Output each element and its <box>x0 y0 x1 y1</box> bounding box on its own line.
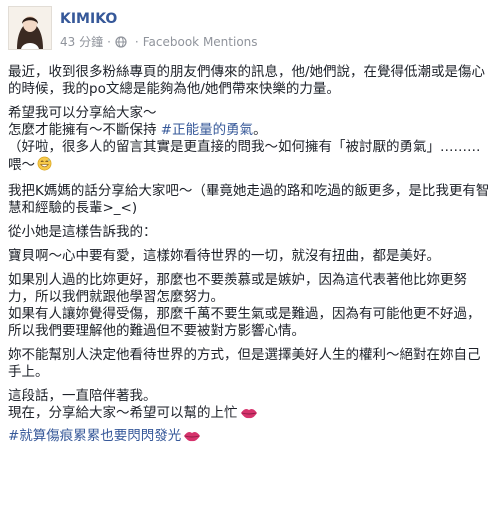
globe-icon <box>115 35 127 48</box>
meta-separator: · <box>107 34 111 49</box>
post-paragraph: 寶貝啊～心中要有愛，這樣妳看待世界的一切，就沒有扭曲，都是美好。 <box>8 248 440 264</box>
post-timestamp[interactable]: 43 分鐘 <box>60 33 103 50</box>
paragraph-text: （好啦，很多人的留言其實是更直接的問我～如何擁有「被討厭的勇氣」………喂～ <box>8 139 481 173</box>
post-paragraph: 現在，分享給大家～希望可以幫的上忙 <box>8 405 492 424</box>
post-paragraph: 怎麼才能擁有～不斷保持 #正能量的勇氣。 <box>8 122 492 139</box>
post-paragraph: 如果別人過的比妳更好，那麼也不要羨慕或是嫉妒，因為這代表著他比妳更努力，所以我們… <box>8 272 467 305</box>
post-paragraph: 如果有人讓妳覺得受傷，那麼千萬不要生氣或是難過，因為有可能他更不好過，所以我們要… <box>8 306 481 339</box>
post-paragraph: 最近，收到很多粉絲專頁的朋友們傳來的訊息，他/她們說，在覺得低潮或是傷心的時候，… <box>8 64 486 97</box>
paragraph-tail: 。 <box>253 122 267 138</box>
avatar-portrait-icon <box>9 7 51 49</box>
post-paragraph: 我把K媽媽的話分享給大家吧～（畢竟她走過的路和吃過的飯更多，是比我更有智慧和經驗… <box>8 183 490 216</box>
post-paragraph: 從小她是這樣告訴我的： <box>8 224 157 240</box>
grin-sweat-emoji <box>37 156 52 176</box>
author-avatar[interactable] <box>8 6 52 50</box>
post-paragraph: #就算傷痕累累也要閃閃發光 <box>8 428 492 447</box>
post-paragraph: 妳不能幫別人決定他看待世界的方式，但是選擇美好人生的權利～絕對在妳自己手上。 <box>8 347 481 380</box>
facebook-post: KIMIKO 43 分鐘 · · Facebook Mentions 最近，收到… <box>0 0 496 506</box>
post-paragraph: 希望我可以分享給大家～ <box>8 105 157 121</box>
paragraph-text: 現在，分享給大家～希望可以幫的上忙 <box>8 405 238 421</box>
post-paragraph: 這段話，一直陪伴著我。 <box>8 388 157 404</box>
post-source-link[interactable]: Facebook Mentions <box>143 35 258 49</box>
post-body: 最近，收到很多粉絲專頁的朋友們傳來的訊息，他/她們說，在覺得低潮或是傷心的時候，… <box>8 64 492 454</box>
post-meta: 43 分鐘 · · Facebook Mentions <box>60 33 258 50</box>
hashtag-positive-energy[interactable]: #正能量的勇氣 <box>161 122 253 138</box>
lips-icon <box>240 407 258 424</box>
hashtag-shine[interactable]: #就算傷痕累累也要閃閃發光 <box>8 428 181 444</box>
author-name[interactable]: KIMIKO <box>60 11 117 27</box>
lips-icon <box>183 430 201 447</box>
paragraph-text: 怎麼才能擁有～不斷保持 <box>8 122 161 138</box>
post-paragraph: （好啦，很多人的留言其實是更直接的問我～如何擁有「被討厭的勇氣」………喂～ <box>8 139 492 176</box>
meta-separator-2: · <box>134 34 139 49</box>
